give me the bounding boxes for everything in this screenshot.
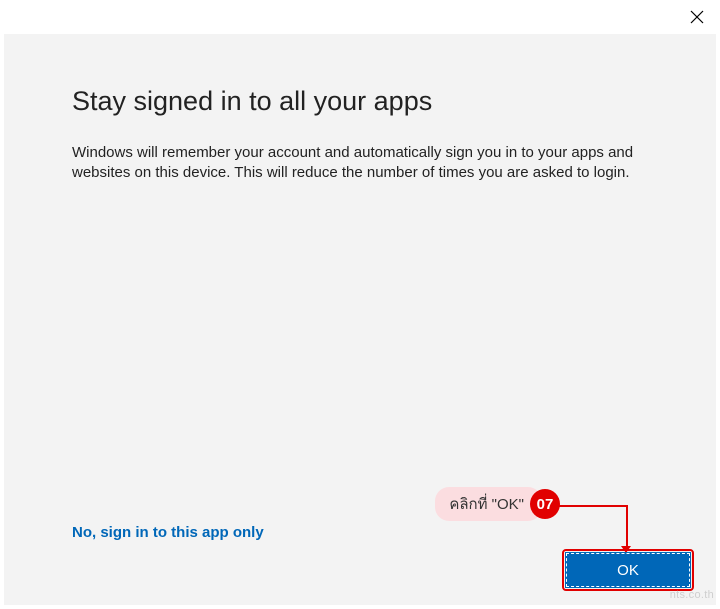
dialog-content: Stay signed in to all your apps Windows … (72, 86, 656, 184)
title-bar (0, 0, 720, 34)
ok-button-wrap: OK (566, 553, 690, 587)
annotation-line (626, 505, 628, 549)
dialog-title: Stay signed in to all your apps (72, 86, 656, 117)
close-icon[interactable] (688, 8, 706, 26)
sign-in-this-app-only-link[interactable]: No, sign in to this app only (72, 524, 264, 541)
dialog-panel: Stay signed in to all your apps Windows … (4, 34, 716, 605)
ok-button[interactable]: OK (566, 553, 690, 587)
annotation-line (556, 505, 628, 507)
step-badge: 07 (530, 489, 560, 519)
dialog-body: Windows will remember your account and a… (72, 143, 652, 184)
annotation-callout: คลิกที่ "OK" 07 (435, 487, 560, 521)
annotation-arrow (621, 546, 631, 553)
watermark: nts.co.th (670, 589, 714, 601)
callout-text: คลิกที่ "OK" (435, 487, 542, 521)
